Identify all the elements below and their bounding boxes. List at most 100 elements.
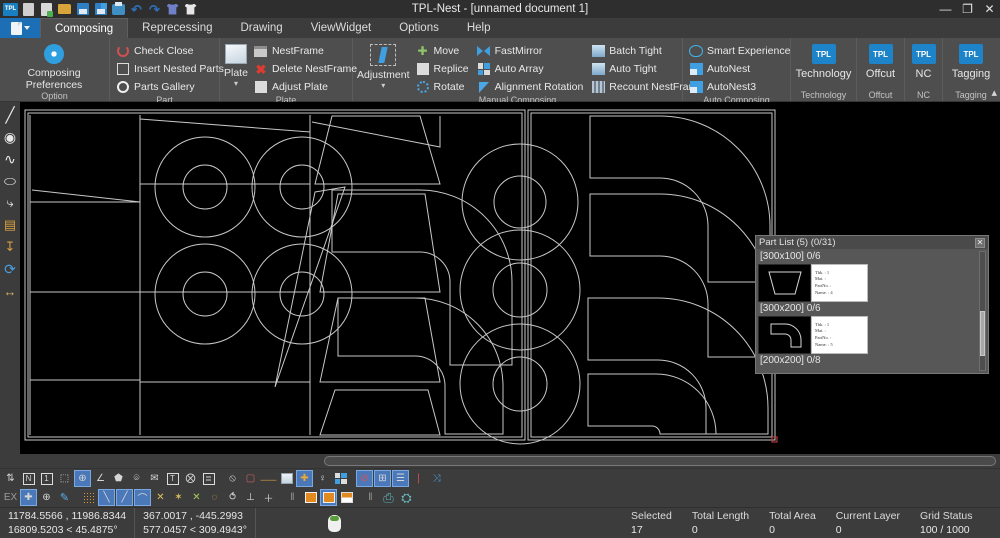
scrollbar-track[interactable] [324,456,996,466]
orange-box1-icon[interactable] [302,489,319,506]
move-button[interactable]: ✚ Move [414,43,471,59]
pin-icon[interactable]: ♀ [314,470,331,487]
auto-array-button[interactable]: Auto Array [475,61,586,77]
layer-1-icon[interactable]: 1 [38,470,55,487]
autonest3-button[interactable]: AutoNest3 [687,79,792,95]
tag-box-icon[interactable]: ⌾ [128,470,145,487]
crosshair-icon[interactable]: ✚ [20,489,37,506]
list-item[interactable]: Thk. : 1 Mat. : PartNo. : Name. : 4 [758,264,977,302]
tab-reprecessing[interactable]: Reprecessing [128,18,227,38]
scrollbar-thumb[interactable] [980,311,985,356]
rotate-button[interactable]: Rotate [414,79,471,95]
intersect-icon[interactable]: ✕ [188,489,205,506]
tpl-logo-icon[interactable]: TPL [2,1,19,17]
lead-icon[interactable]: ✚ [296,470,313,487]
line-tool-icon[interactable]: ╱ [1,106,19,124]
list-item[interactable]: Thk. : 1 Mat. : PartNo. : Name. : 5 [758,316,977,354]
fill-icon[interactable] [278,470,295,487]
check-close-button[interactable]: Check Close [114,43,226,59]
smart-experience-button[interactable]: Smart Experience [687,43,792,59]
tab-drawing[interactable]: Drawing [226,18,297,38]
crosshair-circle-icon[interactable]: ⨂ [182,470,199,487]
building-icon[interactable]: ⛭ [398,489,415,506]
extend-icon[interactable]: ✶ [170,489,187,506]
adjustment-chevron-down-icon[interactable]: ▾ [381,81,385,90]
angle-icon[interactable]: ∠ [92,470,109,487]
tab-help[interactable]: Help [452,18,505,38]
arc-tool-icon[interactable]: ⤷ [1,194,19,212]
text-box-icon[interactable]: T [164,470,181,487]
ruler-icon[interactable]: ‖ [362,489,379,506]
machine-icon[interactable]: ⎙ [380,489,397,506]
bar-icon[interactable]: ‖ [284,489,301,506]
arc-mid-icon[interactable]: ⥀ [224,489,241,506]
save-as-icon[interactable] [92,1,109,17]
trim-icon[interactable]: ✕ [152,489,169,506]
replice-button[interactable]: Replice [414,61,471,77]
new-part-icon[interactable] [38,1,55,17]
adjust-plate-button[interactable]: Adjust Plate [252,79,359,95]
no-display-icon[interactable]: ⊘ [356,470,373,487]
pencil-icon[interactable]: ✎ [56,489,73,506]
center-snap-icon[interactable]: ⊕ [74,470,91,487]
horizontal-scrollbar[interactable] [20,454,1000,468]
plus-icon[interactable]: ＋ [260,489,277,506]
tab-viewwidget[interactable]: ViewWidget [296,18,386,38]
line-snap2-icon[interactable]: ╱ [116,489,133,506]
measure-tool-icon[interactable]: ↔ [1,282,19,300]
adjustment-button[interactable]: Adjustment ▾ [357,42,410,90]
marker-icon[interactable]: ❘ [410,470,427,487]
nc-button[interactable]: TPL NC [909,42,938,80]
new-document-icon[interactable] [20,1,37,17]
dimension-tool-icon[interactable]: ↧ [1,238,19,256]
part-list-panel[interactable]: Part List (5) (0/31) ✕ [300x100] 0/6 Thk… [755,235,989,374]
bbox-icon[interactable]: ▢ [242,470,259,487]
rotate-tool-icon[interactable]: ⟳ [1,260,19,278]
technology-button[interactable]: TPL Technology [795,42,852,80]
snap-toggle-icon[interactable]: ⇅ [2,470,19,487]
spline-tool-icon[interactable]: ∿ [1,150,19,168]
dot-grid-icon[interactable] [80,489,97,506]
tagging-button[interactable]: TPL Tagging [947,42,995,80]
export-icon[interactable] [182,1,199,17]
chevron-up-icon[interactable]: ▴ [991,86,997,99]
save-icon[interactable] [74,1,91,17]
selection-box-icon[interactable]: ⬚ [56,470,73,487]
fastmirror-button[interactable]: FastMirror [475,43,586,59]
tab-composing[interactable]: Composing [40,18,129,38]
application-menu-button[interactable] [0,18,40,38]
plate-button[interactable]: Plate ▾ [224,42,248,88]
zigzag-icon[interactable]: ⸺ [260,470,277,487]
note-icon[interactable]: ☰ [392,470,409,487]
restore-button[interactable]: ❐ [961,2,974,16]
insert-nested-parts-button[interactable]: Insert Nested Parts [114,61,226,77]
composing-preferences-button[interactable]: Composing Preferences [4,41,104,91]
circle-tool-icon[interactable]: ◉ [1,128,19,146]
autonest-button[interactable]: AutoNest [687,61,792,77]
close-icon[interactable]: ✕ [975,237,985,248]
hide-icon[interactable]: ⦸ [224,470,241,487]
print-icon[interactable] [110,1,127,17]
minimize-button[interactable]: — [939,2,952,16]
shuffle-icon[interactable]: ⤨ [428,470,445,487]
orange-box3-icon[interactable] [338,489,355,506]
undo-icon[interactable]: ↶ [128,1,145,17]
tab-options[interactable]: Options [385,18,453,38]
redo-icon[interactable]: ↷ [146,1,163,17]
perp-icon[interactable]: ⊥ [242,489,259,506]
circle-snap-icon[interactable]: ◌ [206,489,223,506]
orange-box2-icon[interactable] [320,489,337,506]
plate-chevron-down-icon[interactable]: ▾ [234,79,238,88]
target-icon[interactable]: ⊕ [38,489,55,506]
grid-blocks-icon[interactable] [332,470,349,487]
grid-view-icon[interactable]: ⊞ [374,470,391,487]
envelope-icon[interactable]: ✉ [146,470,163,487]
parts-gallery-button[interactable]: Parts Gallery [114,79,226,95]
offcut-button[interactable]: TPL Offcut [861,42,900,80]
nestframe-button[interactable]: NestFrame [252,43,359,59]
open-folder-icon[interactable] [56,1,73,17]
polygon-icon[interactable]: ⬟ [110,470,127,487]
ortho-n-icon[interactable]: N [20,470,37,487]
delete-nestframe-button[interactable]: ✖ Delete NestFrame [252,61,359,77]
close-button[interactable]: ✕ [983,2,996,16]
